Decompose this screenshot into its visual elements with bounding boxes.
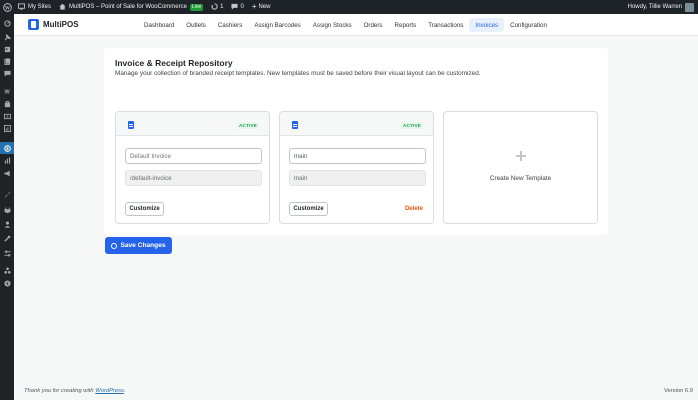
comments-icon <box>231 3 239 12</box>
tab-invoices[interactable]: Invoices <box>469 18 505 32</box>
template-slug-field: /default-invoice <box>125 170 262 186</box>
site-name-label: MultiPOS – Point of Sale for WooCommerce <box>69 4 187 10</box>
posts-pin-icon[interactable] <box>3 33 11 41</box>
tab-orders[interactable]: Orders <box>358 18 389 32</box>
svg-text:W: W <box>5 6 10 11</box>
analytics-icon[interactable] <box>3 124 11 132</box>
admin-bar: W My Sites MultiPOS – Point of Sale for … <box>0 0 698 14</box>
main-content: MultiPOS Dashboard Outlets Cashiers Assi… <box>14 14 698 400</box>
site-name-menu[interactable]: MultiPOS – Point of Sale for WooCommerce… <box>55 0 207 14</box>
create-new-template-label: Create New Template <box>489 175 552 182</box>
plus-icon <box>516 151 526 161</box>
multipos-logo-icon <box>28 19 39 30</box>
customize-button[interactable]: Customize <box>289 202 328 216</box>
new-content-menu[interactable]: + New <box>248 0 275 14</box>
tab-reports[interactable]: Reports <box>389 18 423 32</box>
brand[interactable]: MultiPOS <box>28 19 79 30</box>
footer-version: Version 6.9 <box>663 388 693 394</box>
updates-count: 1 <box>220 4 224 10</box>
wordpress-logo-icon[interactable]: W <box>0 0 14 14</box>
status-badge: ACTIVE <box>236 122 259 129</box>
comments-sidebar-icon[interactable] <box>3 69 11 77</box>
media-icon[interactable] <box>3 45 11 53</box>
template-slug-field: main <box>289 170 426 186</box>
collapse-menu-icon[interactable] <box>3 279 11 287</box>
stats-icon[interactable] <box>3 156 11 164</box>
payments-icon[interactable]: $ <box>3 112 11 120</box>
new-label: New <box>258 4 271 10</box>
template-card-header: ACTIVE <box>116 112 269 136</box>
marketing-icon[interactable] <box>3 169 11 177</box>
tab-configuration[interactable]: Configuration <box>504 18 553 32</box>
user-account-menu[interactable]: Howdy, Tillie Warren <box>627 2 698 12</box>
status-badge: ACTIVE <box>400 122 423 129</box>
admin-sidebar: W $ <box>0 14 14 400</box>
my-sites-label: My Sites <box>28 4 52 10</box>
document-icon <box>292 121 298 129</box>
live-badge: Live <box>189 3 204 11</box>
svg-text:W: W <box>4 89 10 94</box>
appearance-icon[interactable] <box>3 190 11 198</box>
delete-button[interactable]: Delete <box>405 206 423 212</box>
footer-credit: Thank you for creating with WordPress. <box>24 388 126 394</box>
avatar <box>685 2 694 12</box>
home-icon <box>59 3 66 12</box>
tab-outlets[interactable]: Outlets <box>180 18 212 32</box>
template-name-input[interactable] <box>125 148 262 164</box>
settings-icon[interactable] <box>3 249 11 257</box>
greeting-label: Howdy, Tillie Warren <box>627 4 682 10</box>
tab-assign-stocks[interactable]: Assign Stocks <box>307 18 358 32</box>
tab-transactions[interactable]: Transactions <box>422 18 469 32</box>
my-sites-menu[interactable]: My Sites <box>14 0 55 14</box>
nav-tabs: Dashboard Outlets Cashiers Assign Barcod… <box>138 18 553 32</box>
dashboard-icon[interactable] <box>3 19 11 27</box>
svg-text:$: $ <box>6 115 8 119</box>
footer-thanks-suffix: . <box>123 388 126 394</box>
plugins-icon[interactable] <box>3 206 11 214</box>
blocks-icon[interactable] <box>3 266 11 274</box>
woocommerce-icon[interactable]: W <box>3 87 11 95</box>
users-icon[interactable] <box>3 220 11 228</box>
comments-menu[interactable]: 0 <box>227 0 247 14</box>
brand-name: MultiPOS <box>43 20 79 29</box>
plugin-top-nav: MultiPOS Dashboard Outlets Cashiers Assi… <box>14 14 698 36</box>
tab-dashboard[interactable]: Dashboard <box>138 18 180 32</box>
page-title: Invoice & Receipt Repository <box>115 58 233 68</box>
template-name-input[interactable] <box>289 148 426 164</box>
updates-menu[interactable]: 1 <box>207 0 227 14</box>
footer-thanks-text: Thank you for creating with <box>24 388 96 394</box>
tools-icon[interactable] <box>3 234 11 242</box>
products-icon[interactable] <box>3 100 11 108</box>
updates-icon <box>211 2 218 12</box>
tab-cashiers[interactable]: Cashiers <box>212 18 248 32</box>
tab-assign-barcodes[interactable]: Assign Barcodes <box>248 18 306 32</box>
template-card: ACTIVE /default-invoice Customize <box>115 111 270 224</box>
page-description: Manage your collection of branded receip… <box>115 70 481 77</box>
template-card-header: ACTIVE <box>280 112 433 136</box>
create-new-template-button[interactable]: Create New Template <box>443 111 598 224</box>
template-card: ACTIVE main Customize Delete <box>279 111 434 224</box>
plus-icon: + <box>251 2 257 11</box>
save-icon <box>111 242 118 249</box>
invoice-repository-card: Invoice & Receipt Repository Manage your… <box>104 48 608 235</box>
customize-button[interactable]: Customize <box>125 202 164 216</box>
my-sites-icon <box>18 2 25 12</box>
save-changes-button[interactable]: Save Changes <box>105 237 172 254</box>
wordpress-link[interactable]: WordPress <box>95 388 124 394</box>
pages-icon[interactable] <box>3 57 11 65</box>
save-changes-label: Save Changes <box>120 242 166 249</box>
comments-count: 0 <box>240 4 244 10</box>
document-icon <box>128 121 134 129</box>
multipos-icon[interactable] <box>3 144 11 152</box>
